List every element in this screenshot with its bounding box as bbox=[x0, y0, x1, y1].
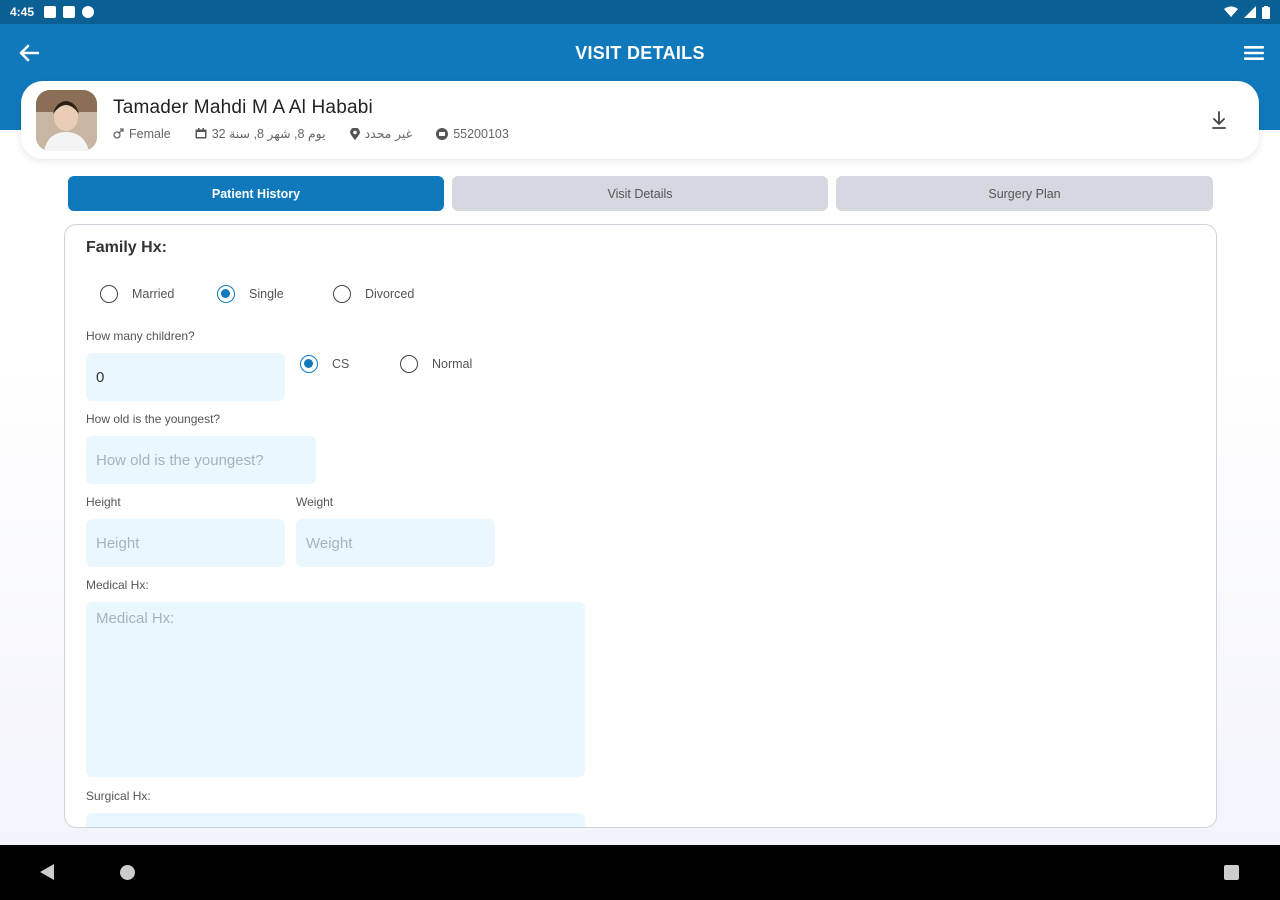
youngest-label: How old is the youngest? bbox=[86, 412, 221, 426]
sync-icon bbox=[82, 6, 95, 18]
radio-cs[interactable]: CS bbox=[300, 355, 349, 373]
patient-location: غير محدد bbox=[349, 126, 413, 141]
id-badge-icon bbox=[436, 127, 449, 140]
patient-name: Tamader Mahdi M A Al Hababi bbox=[113, 97, 373, 118]
avatar bbox=[36, 90, 97, 151]
surgical-label: Surgical Hx: bbox=[86, 789, 151, 803]
age-value: 32 يوم 8, شهر 8, سنة bbox=[211, 127, 326, 141]
hamburger-menu-icon bbox=[1244, 46, 1264, 60]
radio-circle bbox=[400, 355, 418, 373]
nav-recents-icon[interactable] bbox=[1224, 865, 1239, 880]
tab-label: Surgery Plan bbox=[988, 186, 1061, 201]
patient-card: Tamader Mahdi M A Al Hababi Female 32 يو… bbox=[21, 81, 1259, 159]
patient-gender: Female bbox=[113, 127, 171, 141]
patient-meta: Female 32 يوم 8, شهر 8, سنة غير محدد 552… bbox=[113, 126, 533, 141]
page-title: VISIT DETAILS bbox=[575, 43, 705, 63]
section-title: Family Hx: bbox=[86, 239, 167, 256]
id-value: 55200103 bbox=[453, 126, 509, 141]
calendar-icon bbox=[195, 128, 207, 139]
tab-label: Visit Details bbox=[607, 186, 673, 201]
medical-history-textarea[interactable] bbox=[86, 602, 585, 777]
location-value: غير محدد bbox=[364, 127, 413, 141]
children-input[interactable] bbox=[86, 353, 285, 401]
radio-single[interactable]: Single bbox=[217, 285, 284, 303]
battery-icon bbox=[1262, 5, 1270, 19]
gender-icon bbox=[113, 128, 124, 139]
tab-surgery-plan[interactable]: Surgery Plan bbox=[836, 176, 1213, 211]
radio-circle bbox=[217, 285, 235, 303]
gender-value: Female bbox=[129, 126, 171, 141]
tab-label: Patient History bbox=[211, 186, 301, 201]
patient-age: 32 يوم 8, شهر 8, سنة bbox=[195, 126, 326, 141]
patient-id: 55200103 bbox=[436, 127, 509, 141]
nav-back-icon[interactable] bbox=[40, 864, 54, 880]
height-label: Height bbox=[86, 495, 121, 509]
radio-circle bbox=[100, 285, 118, 303]
menu-button[interactable] bbox=[1242, 42, 1266, 64]
radio-label: CS bbox=[332, 357, 350, 371]
radio-label: Married bbox=[132, 287, 175, 301]
location-pin-icon bbox=[349, 127, 360, 140]
youngest-input[interactable] bbox=[86, 436, 316, 484]
tab-visit-details[interactable]: Visit Details bbox=[452, 176, 828, 211]
weight-label: Weight bbox=[296, 495, 334, 509]
patient-history-form: Family Hx: Married Single Divorced How m… bbox=[64, 224, 1217, 828]
clipboard-icon bbox=[63, 6, 76, 18]
height-input[interactable] bbox=[86, 519, 285, 567]
signal-icon bbox=[1244, 6, 1256, 18]
radio-divorced[interactable]: Divorced bbox=[333, 285, 414, 303]
radio-label: Divorced bbox=[365, 287, 415, 301]
download-button[interactable] bbox=[1209, 109, 1229, 131]
radio-married[interactable]: Married bbox=[100, 285, 174, 303]
surgical-history-textarea[interactable] bbox=[86, 813, 585, 827]
medical-label: Medical Hx: bbox=[86, 578, 149, 592]
status-time: 4:45 bbox=[10, 5, 35, 19]
wifi-icon bbox=[1224, 6, 1238, 17]
download-icon bbox=[1212, 111, 1226, 129]
weight-input[interactable] bbox=[296, 519, 495, 567]
radio-circle bbox=[333, 285, 351, 303]
tab-patient-history[interactable]: Patient History bbox=[68, 176, 444, 211]
radio-circle bbox=[300, 355, 318, 373]
notification-icon bbox=[44, 6, 57, 18]
status-bar: 4:45 bbox=[0, 0, 1280, 24]
system-nav-bar bbox=[0, 845, 1280, 900]
radio-normal[interactable]: Normal bbox=[400, 355, 472, 373]
children-label: How many children? bbox=[86, 329, 195, 343]
radio-label: Single bbox=[249, 287, 284, 301]
radio-label: Normal bbox=[432, 357, 473, 371]
nav-home-icon[interactable] bbox=[120, 865, 135, 880]
